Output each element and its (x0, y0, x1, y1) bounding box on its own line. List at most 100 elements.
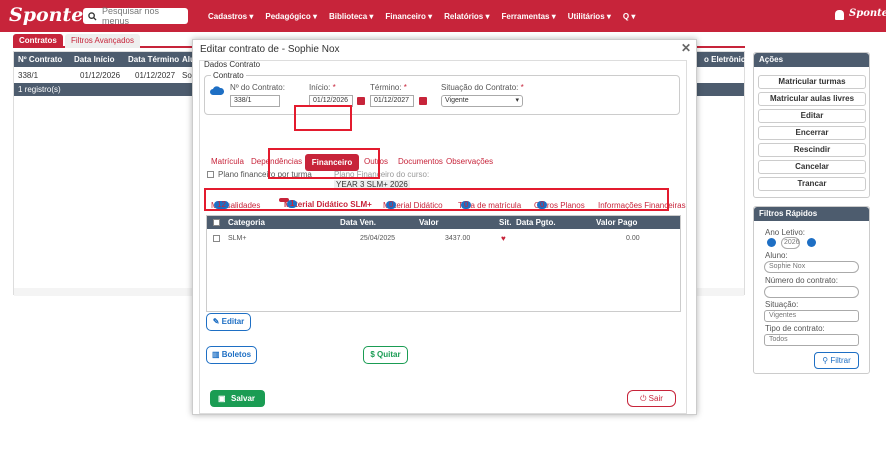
tab-filtros-avancados[interactable]: Filtros Avançados (65, 34, 140, 48)
encerrar-button[interactable]: Encerrar (758, 126, 866, 140)
cell-termino: 01/12/2027 (135, 71, 176, 80)
salvar-button[interactable]: ▣ Salvar (210, 390, 265, 407)
search-icon (88, 11, 97, 21)
actions-title: Ações (754, 53, 869, 67)
next-year-icon[interactable] (807, 238, 816, 247)
tipo-select[interactable]: Todos (764, 334, 859, 346)
plano-turma-checkbox[interactable] (207, 171, 214, 178)
termino-label: Término: * (370, 83, 407, 92)
col-valor-pago[interactable]: Valor Pago (596, 218, 637, 227)
menu-utilitarios[interactable]: Utilitários ▾ (568, 12, 611, 21)
tab-documentos[interactable]: Documentos (398, 157, 443, 166)
menu-search-toggle[interactable]: Q ▾ (623, 12, 635, 21)
filtrar-label: Filtrar (830, 356, 851, 365)
save-icon: ▣ (218, 394, 226, 403)
actions-panel: Ações Matricular turmas Matricular aulas… (753, 52, 870, 198)
col-categoria[interactable]: Categoria (228, 218, 265, 227)
quick-filters-panel: Filtros Rápidos Ano Letivo: 2026 Aluno: … (753, 206, 870, 374)
situacao-contrato-value: Vigente (445, 97, 469, 104)
menu-ferramentas[interactable]: Ferramentas ▾ (501, 12, 555, 21)
edit-icon: ✎ (212, 317, 222, 326)
top-navbar: Sponte Pesquisar nos menus Cadastros ▾ P… (0, 0, 886, 32)
chevron-down-icon: ▾ (515, 97, 519, 104)
sponte-logo[interactable]: Sponte (9, 4, 83, 26)
menu-search[interactable]: Pesquisar nos menus (83, 6, 188, 26)
select-all-checkbox[interactable] (213, 219, 220, 226)
quitar-button[interactable]: $ Quitar (363, 346, 408, 364)
boletos-label: Boletos (221, 350, 252, 359)
tab-observacoes[interactable]: Observações (446, 157, 493, 166)
numero-label: Número do contrato: (765, 276, 838, 285)
edit-contract-modal: Editar contrato de - Sophie Nox ✕ Dados … (192, 39, 697, 415)
menu-biblioteca[interactable]: Biblioteca ▾ (329, 12, 373, 21)
situacao-contrato-select[interactable]: Vigente ▾ (441, 95, 523, 107)
inicio-text: Início: (309, 83, 331, 92)
calendar-icon[interactable] (419, 97, 427, 105)
matricular-aulas-livres-button[interactable]: Matricular aulas livres (758, 92, 866, 106)
highlight-financeiro (294, 105, 352, 131)
ano-field[interactable]: 2026 (781, 237, 800, 249)
menu-cadastros[interactable]: Cadastros ▾ (208, 12, 253, 21)
boletos-button[interactable]: ▥ Boletos (206, 346, 257, 364)
col-eletronico[interactable]: o Eletrônico (704, 55, 750, 64)
termino-text: Término: (370, 83, 402, 92)
editar-button[interactable]: Editar (758, 109, 866, 123)
bell-icon[interactable] (835, 10, 844, 20)
search-placeholder: Pesquisar nos menus (101, 6, 159, 26)
quitar-label: Quitar (377, 350, 401, 359)
col-data-pgto[interactable]: Data Pgto. (516, 218, 556, 227)
editar-label: Editar (221, 317, 245, 326)
tab-contratos[interactable]: Contratos (13, 34, 63, 48)
cell-inicio: 01/12/2026 (80, 71, 121, 80)
col-sit[interactable]: Sit. (499, 218, 511, 227)
col-valor[interactable]: Valor (419, 218, 439, 227)
menu-relatorios[interactable]: Relatórios ▾ (444, 12, 489, 21)
grid-header: Categoria Data Ven. Valor Sit. Data Pgto… (207, 216, 680, 229)
sair-button[interactable]: ⏻ Sair (627, 390, 676, 407)
prev-year-icon[interactable] (767, 238, 776, 247)
menu-pedagogico[interactable]: Pedagógico ▾ (265, 12, 317, 21)
inicio-label: Início: * (309, 83, 336, 92)
table-row[interactable]: SLM+ 25/04/2025 3437.00 ♥ 0.00 (207, 231, 680, 249)
row-checkbox[interactable] (213, 235, 220, 242)
editar-parcela-button[interactable]: ✎ Editar (206, 313, 251, 331)
contract-group: Contrato Nº do Contrato: 338/1 Início: *… (204, 71, 680, 115)
cancelar-button[interactable]: Cancelar (758, 160, 866, 174)
menu-financeiro[interactable]: Financeiro ▾ (385, 12, 432, 21)
close-icon[interactable]: ✕ (681, 41, 691, 55)
aluno-label: Aluno: (765, 251, 788, 260)
sair-label: Sair (648, 394, 663, 403)
tipo-label: Tipo de contrato: (765, 324, 825, 333)
trancar-button[interactable]: Trancar (758, 177, 866, 191)
main-menu: Cadastros ▾ Pedagógico ▾ Biblioteca ▾ Fi… (208, 0, 635, 32)
filtrar-button[interactable]: ⚲ Filtrar (814, 352, 859, 369)
col-data-inicio[interactable]: Data Início (74, 55, 114, 64)
col-data-termino[interactable]: Data Término (128, 55, 179, 64)
highlight-material-slm (268, 148, 380, 179)
cell-categoria: SLM+ (228, 235, 247, 242)
numero-contrato-input[interactable]: 338/1 (230, 95, 280, 107)
user-logo[interactable]: Sponte (849, 8, 886, 19)
installments-grid: Categoria Data Ven. Valor Sit. Data Pgto… (206, 215, 681, 312)
col-numero[interactable]: Nº Contrato (18, 55, 62, 64)
modal-body: Dados Contrato Contrato Nº do Contrato: … (199, 60, 687, 414)
situacao-select[interactable]: Vigentes (764, 310, 859, 322)
contract-group-title: Contrato (211, 71, 246, 80)
tipo-value: Todos (769, 336, 788, 343)
aluno-field[interactable]: Sophie Nox (764, 261, 859, 273)
power-icon: ⏻ (640, 394, 649, 403)
rescindir-button[interactable]: Rescindir (758, 143, 866, 157)
matricular-turmas-button[interactable]: Matricular turmas (758, 75, 866, 89)
tab-matricula[interactable]: Matrícula (211, 157, 244, 166)
section-title: Dados Contrato (204, 60, 261, 69)
termino-input[interactable]: 01/12/2027 (370, 95, 414, 107)
modal-title: Editar contrato de - Sophie Nox (200, 44, 340, 55)
status-heart-icon: ♥ (501, 234, 506, 243)
situacao-label: Situação: (765, 300, 799, 309)
calendar-icon[interactable] (357, 97, 365, 105)
numero-field[interactable] (764, 286, 859, 298)
cell-valor-pago: 0.00 (626, 235, 640, 242)
situacao-contrato-text: Situação do Contrato: (441, 83, 519, 92)
salvar-label: Salvar (231, 394, 256, 403)
col-data-ven[interactable]: Data Ven. (340, 218, 376, 227)
